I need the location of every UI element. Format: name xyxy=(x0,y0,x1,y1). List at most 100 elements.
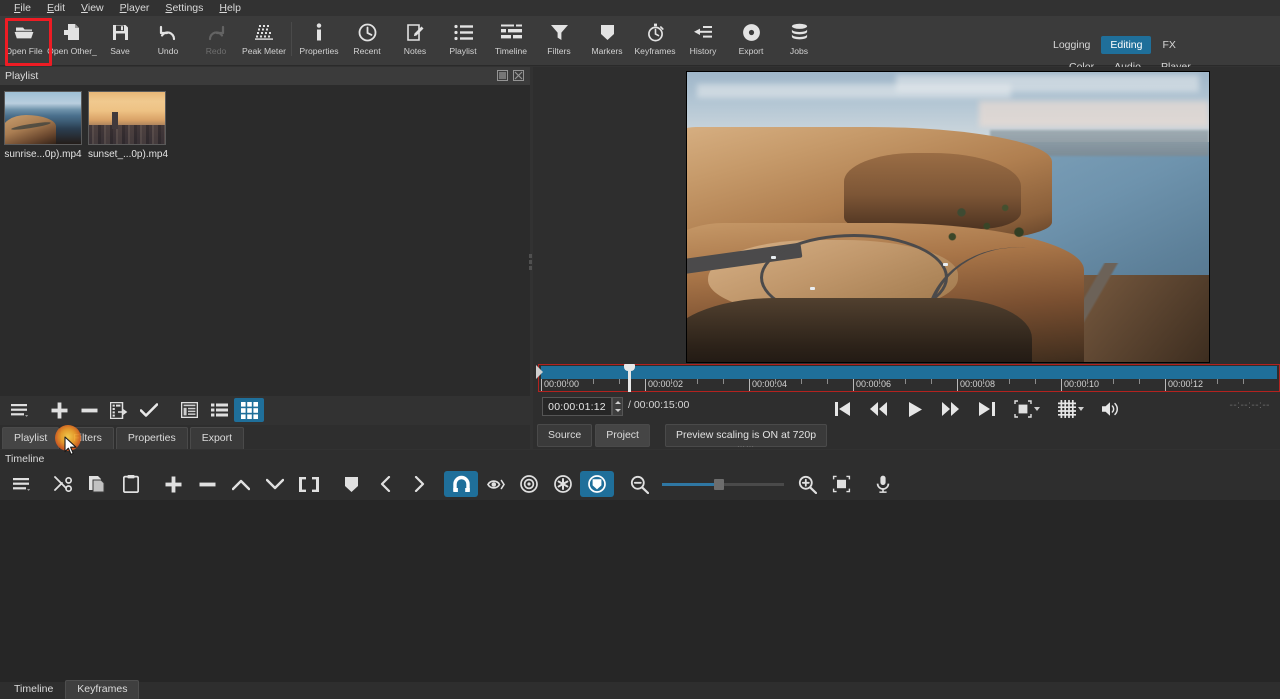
ruler-label: 00:00:12 xyxy=(1168,379,1204,389)
layout-editing[interactable]: Editing xyxy=(1101,36,1152,54)
duration-separator: / xyxy=(628,399,631,411)
play-icon[interactable] xyxy=(905,398,925,420)
chevron-down-icon[interactable] xyxy=(1034,407,1040,411)
playlist-thumbnail[interactable] xyxy=(88,91,166,145)
ripple-icon[interactable] xyxy=(512,471,546,497)
timeline-zoom-fit-icon[interactable] xyxy=(824,471,858,497)
toolbar-redo[interactable]: Redo xyxy=(192,16,240,64)
ruler-label: 00:00:06 xyxy=(856,379,892,389)
volume-icon[interactable] xyxy=(1101,398,1121,420)
layout-logging[interactable]: Logging xyxy=(1044,36,1099,54)
toolbar-markers[interactable]: Markers xyxy=(583,16,631,64)
skip-to-end-icon[interactable] xyxy=(977,398,997,420)
grid-icon[interactable] xyxy=(1057,398,1085,420)
tab-properties[interactable]: Properties xyxy=(115,427,188,449)
scissors-icon[interactable] xyxy=(46,471,80,497)
total-duration-label: / 00:00:15:00 xyxy=(628,399,689,411)
toolbar-recent[interactable]: Recent xyxy=(343,16,391,64)
ripple-markers-icon[interactable] xyxy=(580,471,614,497)
ruler-label: 00:00:00 xyxy=(544,379,580,389)
copy-icon[interactable] xyxy=(80,471,114,497)
fast-forward-icon[interactable] xyxy=(941,398,961,420)
zoom-fit-icon[interactable] xyxy=(1013,398,1041,420)
playlist-view-tiles-button[interactable] xyxy=(204,398,234,422)
zoom-in-icon[interactable] xyxy=(790,471,824,497)
float-panel-icon[interactable] xyxy=(497,70,508,81)
zoom-out-icon[interactable] xyxy=(622,471,656,497)
menu-settings[interactable]: Settings xyxy=(157,0,211,16)
timecode-spinner[interactable] xyxy=(612,397,623,416)
playlist-remove-button[interactable] xyxy=(74,398,104,422)
scrubber-progress-bar[interactable] xyxy=(541,366,1277,379)
timeline-zoom-slider[interactable] xyxy=(662,471,784,497)
playlist-thumbnail[interactable] xyxy=(4,91,82,145)
tab-export[interactable]: Export xyxy=(189,427,245,449)
bottom-tab-bar: Timeline Keyframes xyxy=(0,680,1280,699)
rewind-icon[interactable] xyxy=(869,398,889,420)
toolbar-peak-meter[interactable]: Peak Meter xyxy=(240,16,288,64)
playlist-add-button[interactable] xyxy=(44,398,74,422)
timeline-ripple-delete-icon[interactable] xyxy=(190,471,224,497)
playlist-view-icons-button[interactable] xyxy=(234,398,264,422)
playlist-menu-button[interactable] xyxy=(4,398,34,422)
chevron-down-icon[interactable] xyxy=(1078,407,1084,411)
scrub-while-dragging-icon[interactable] xyxy=(478,471,512,497)
toolbar-export[interactable]: Export xyxy=(727,16,775,64)
previous-marker-icon[interactable] xyxy=(368,471,402,497)
ripple-all-tracks-icon[interactable] xyxy=(546,471,580,497)
toolbar-undo[interactable]: Undo xyxy=(144,16,192,64)
player-scrubber[interactable]: 00:00:00 00:00:02 00:00:04 00:00:06 00:0… xyxy=(533,364,1280,394)
menu-view[interactable]: View xyxy=(73,0,112,16)
tab-project[interactable]: Project xyxy=(595,424,650,447)
toolbar-properties[interactable]: Properties xyxy=(295,16,343,64)
toolbar-save[interactable]: Save xyxy=(96,16,144,64)
playlist-view-details-button[interactable] xyxy=(174,398,204,422)
layout-fx[interactable]: FX xyxy=(1153,36,1184,54)
list-item[interactable]: sunrise...0p).mp4 xyxy=(4,91,82,160)
overwrite-down-icon[interactable] xyxy=(258,471,292,497)
toolbar-jobs[interactable]: Jobs xyxy=(775,16,823,64)
lift-up-icon[interactable] xyxy=(224,471,258,497)
menu-file[interactable]: File xyxy=(6,0,39,16)
toolbar-notes[interactable]: Notes xyxy=(391,16,439,64)
next-marker-icon[interactable] xyxy=(402,471,436,497)
menu-player[interactable]: Player xyxy=(112,0,158,16)
toolbar-timeline[interactable]: Timeline xyxy=(487,16,535,64)
current-timecode-field[interactable]: 00:00:01:12 xyxy=(542,397,612,416)
toolbar-open-file[interactable]: Open File xyxy=(0,16,48,64)
playlist-open-as-clip-button[interactable] xyxy=(104,398,134,422)
magnet-snap-icon[interactable] xyxy=(444,471,478,497)
toolbar-filters[interactable]: Filters xyxy=(535,16,583,64)
timeline-append-icon[interactable] xyxy=(156,471,190,497)
zoom-slider-handle[interactable] xyxy=(714,479,724,490)
menu-edit[interactable]: Edit xyxy=(39,0,73,16)
toolbar-history[interactable]: History xyxy=(679,16,727,64)
toolbar-properties-label: Properties xyxy=(299,46,339,56)
split-icon[interactable] xyxy=(292,471,326,497)
menu-help[interactable]: Help xyxy=(211,0,249,16)
video-car xyxy=(770,256,776,260)
toolbar-keyframes[interactable]: Keyframes xyxy=(631,16,679,64)
toolbar-playlist[interactable]: Playlist xyxy=(439,16,487,64)
list-item[interactable]: sunset_...0p).mp4 xyxy=(88,91,169,160)
video-trees xyxy=(927,182,1042,258)
timeline-menu-button[interactable] xyxy=(4,471,38,497)
playlist-update-button[interactable] xyxy=(134,398,164,422)
bottom-tab-keyframes[interactable]: Keyframes xyxy=(65,680,140,699)
tab-source[interactable]: Source xyxy=(537,424,593,447)
playhead-handle[interactable] xyxy=(624,364,635,392)
timeline-panel: Timeline xyxy=(0,450,1280,682)
paste-icon[interactable] xyxy=(114,471,148,497)
toolbar-open-other[interactable]: Open Other_ xyxy=(47,16,97,64)
timeline-marker-icon[interactable] xyxy=(334,471,368,497)
tab-filters[interactable]: Filters xyxy=(61,427,114,449)
bottom-tab-timeline[interactable]: Timeline xyxy=(2,680,65,699)
skip-to-start-icon[interactable] xyxy=(833,398,853,420)
preview-scaling-status[interactable]: Preview scaling is ON at 720p ⋯⋯ xyxy=(664,424,828,451)
microphone-icon[interactable] xyxy=(866,471,900,497)
list-item-label: sunset_...0p).mp4 xyxy=(88,149,169,160)
close-panel-icon[interactable] xyxy=(513,70,524,81)
timeline-tracks-area[interactable] xyxy=(0,500,1280,682)
video-frame[interactable] xyxy=(686,71,1210,363)
tab-playlist[interactable]: Playlist xyxy=(2,427,60,449)
